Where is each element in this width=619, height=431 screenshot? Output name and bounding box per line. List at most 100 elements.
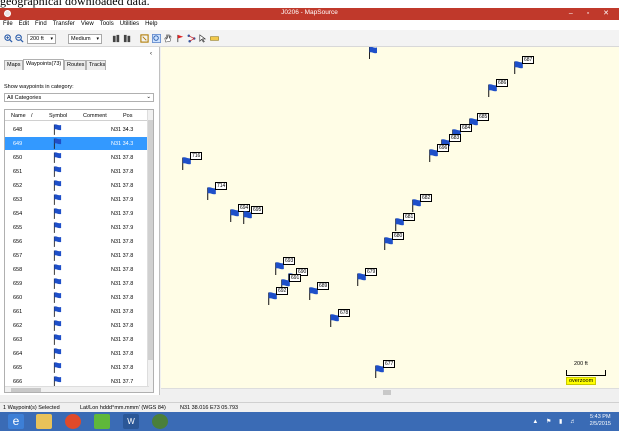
distance-tool-icon[interactable] (210, 34, 219, 43)
waypoint-position: N31 37.8 (111, 239, 134, 245)
list-item[interactable]: 652 N31 37.8 (5, 179, 149, 192)
waypoint-position: N31 37.7 (111, 379, 134, 385)
menu-file[interactable]: File (0, 20, 16, 27)
word-icon[interactable]: W (123, 414, 139, 429)
ie-icon[interactable]: e (8, 414, 24, 429)
map-hscroll-thumb[interactable] (383, 390, 391, 395)
window-titlebar[interactable]: J0206 - MapSource – ▫ ✕ (0, 8, 619, 20)
waypoint-flag-icon (53, 222, 62, 233)
waypoint-flag-icon (53, 138, 62, 149)
waypoint-tool-icon[interactable] (176, 34, 185, 43)
waypoint-name: 651 (13, 169, 23, 175)
detail-select[interactable]: Medium ▾ (68, 34, 102, 44)
waypoint-position: N31 34.3 (111, 127, 134, 133)
toolbar: 200 ft ▾ Medium ▾ (0, 30, 619, 47)
tab-tracks[interactable]: Tracks (86, 60, 106, 70)
window-title: J0206 - MapSource (281, 9, 338, 16)
map-view[interactable]: 200 ft overzoom 687 686 685 684 683 696 716 714… (161, 47, 619, 388)
file-explorer-icon[interactable] (36, 414, 52, 429)
hand-tool-icon[interactable] (163, 34, 172, 43)
zoom-tool-icon[interactable] (152, 34, 161, 43)
waypoint-list[interactable]: Name / Symbol Comment Pos 648 N31 34.3 649… (4, 109, 154, 393)
list-scroll-thumb[interactable] (148, 120, 153, 360)
waypoint-name: 649 (13, 141, 23, 147)
map-tool-icon[interactable] (140, 34, 149, 43)
mapsource-icon[interactable] (152, 414, 168, 429)
list-item[interactable]: 648 N31 34.3 (5, 123, 149, 136)
list-item[interactable]: 662 N31 37.8 (5, 319, 149, 332)
list-item[interactable]: 665 N31 37.8 (5, 361, 149, 374)
list-item[interactable]: 663 N31 37.8 (5, 333, 149, 346)
list-item[interactable]: 654 N31 37.9 (5, 207, 149, 220)
tab-waypoints[interactable]: Waypoints(73) (23, 59, 64, 70)
list-item[interactable]: 659 N31 37.8 (5, 277, 149, 290)
waypoint-label: 696 (437, 144, 450, 152)
col-symbol[interactable]: Symbol (49, 113, 67, 119)
list-item[interactable]: 650 N31 37.8 (5, 151, 149, 164)
utorrent-icon[interactable] (94, 414, 110, 429)
waypoint-flag-icon (53, 166, 62, 177)
side-panel: ‹ Maps Waypoints(73) Routes Tracks Show … (0, 47, 160, 395)
waypoint-name: 664 (13, 351, 23, 357)
waypoint-flag-icon (53, 124, 62, 135)
send-to-device-icon[interactable] (123, 34, 132, 43)
waypoint-position: N31 37.8 (111, 365, 134, 371)
waypoint-name: 648 (13, 127, 23, 133)
waypoint-name: 655 (13, 225, 23, 231)
list-item[interactable]: 651 N31 37.8 (5, 165, 149, 178)
waypoint-position: N31 37.8 (111, 183, 134, 189)
panel-close-icon[interactable]: ‹ (150, 51, 152, 57)
waypoint-name: 663 (13, 337, 23, 343)
list-item[interactable]: 657 N31 37.8 (5, 249, 149, 262)
clock[interactable]: 5:43 PM 2/5/2015 (590, 414, 611, 428)
menu-find[interactable]: Find (32, 20, 50, 27)
waypoint-flag-icon[interactable] (368, 47, 378, 59)
list-item[interactable]: 656 N31 37.8 (5, 235, 149, 248)
window-controls[interactable]: – ▫ ✕ (569, 9, 615, 17)
waypoint-name: 659 (13, 281, 23, 287)
waypoint-flag-icon (53, 152, 62, 163)
list-item[interactable]: 664 N31 37.8 (5, 347, 149, 360)
overzoom-badge: overzoom (566, 377, 597, 385)
waypoint-label: 714 (215, 182, 228, 190)
waypoint-flag-icon (53, 278, 62, 289)
waypoint-label: 679 (365, 268, 378, 276)
menu-help[interactable]: Help (142, 20, 160, 27)
system-tray-icons[interactable]: ▲ ⚑ ▮ ♬ (532, 418, 579, 425)
list-item[interactable]: 660 N31 37.8 (5, 291, 149, 304)
menu-tools[interactable]: Tools (97, 20, 117, 27)
map-horizontal-scrollbar[interactable] (161, 388, 619, 395)
zoom-in-icon[interactable] (4, 34, 13, 43)
route-tool-icon[interactable] (187, 34, 196, 43)
status-selected: 1 Waypoint(s) Selected (3, 405, 60, 411)
col-name[interactable]: Name (11, 113, 26, 119)
waypoint-flag-icon (53, 320, 62, 331)
list-hscroll-thumb[interactable] (11, 388, 41, 392)
category-select[interactable]: All Categories ⌄ (4, 93, 154, 102)
list-item[interactable]: 658 N31 37.8 (5, 263, 149, 276)
menu-utilities[interactable]: Utilities (117, 20, 142, 27)
list-item[interactable]: 661 N31 37.8 (5, 305, 149, 318)
col-comment[interactable]: Comment (83, 113, 107, 119)
selection-tool-icon[interactable] (198, 34, 207, 43)
taskbar: e W ▲ ⚑ ▮ ♬ 5:43 PM 2/5/2015 (0, 412, 619, 431)
menu-edit[interactable]: Edit (16, 20, 32, 27)
menu-transfer[interactable]: Transfer (50, 20, 78, 27)
waypoint-label: 691 (289, 274, 302, 282)
col-position[interactable]: Pos (123, 113, 132, 119)
chrome-icon[interactable] (65, 414, 81, 429)
list-vertical-scrollbar[interactable] (147, 110, 153, 392)
waypoint-name: 665 (13, 365, 23, 371)
tab-maps[interactable]: Maps (4, 60, 23, 70)
zoom-out-icon[interactable] (15, 34, 24, 43)
list-horizontal-scrollbar[interactable] (5, 386, 149, 392)
waypoint-flag-icon (53, 348, 62, 359)
list-item[interactable]: 649 N31 34.3 (5, 137, 149, 150)
scale-bar (566, 370, 606, 376)
tab-routes[interactable]: Routes (64, 60, 86, 70)
receive-from-device-icon[interactable] (112, 34, 121, 43)
menu-view[interactable]: View (78, 20, 97, 27)
list-item[interactable]: 655 N31 37.9 (5, 221, 149, 234)
list-item[interactable]: 653 N31 37.9 (5, 193, 149, 206)
zoom-level-select[interactable]: 200 ft ▾ (27, 34, 56, 44)
